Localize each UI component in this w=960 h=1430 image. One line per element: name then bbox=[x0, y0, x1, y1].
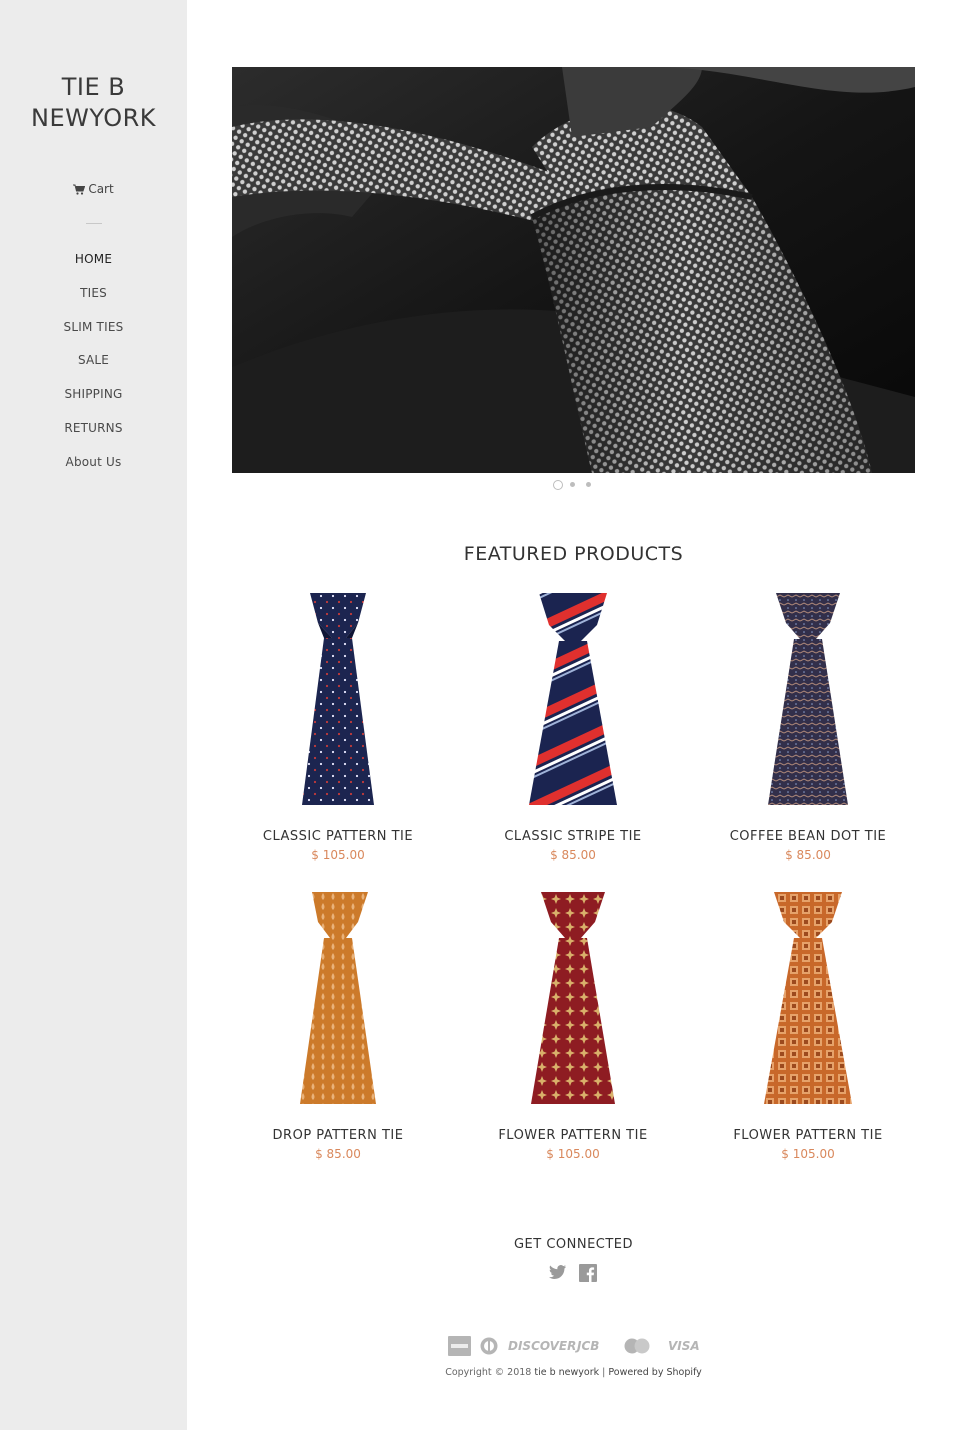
slide-dot-3[interactable] bbox=[586, 482, 591, 487]
nav-item-sale: SALE bbox=[0, 349, 187, 383]
product-image-necktie[interactable] bbox=[258, 593, 418, 805]
product-card[interactable]: CLASSIC STRIPE TIE $ 85.00 bbox=[458, 593, 688, 862]
powered-by-shopify-link[interactable]: Powered by Shopify bbox=[608, 1367, 701, 1378]
nav-link-slim-ties[interactable]: SLIM TIES bbox=[64, 320, 124, 334]
product-price: $ 105.00 bbox=[781, 1147, 835, 1161]
cart-label: Cart bbox=[88, 182, 114, 196]
product-image-necktie[interactable] bbox=[728, 892, 888, 1104]
featured-products-heading: FEATURED PRODUCTS bbox=[463, 543, 684, 565]
product-price: $ 85.00 bbox=[785, 848, 831, 862]
product-image-necktie[interactable] bbox=[493, 892, 653, 1104]
nav-item-about-us: About Us bbox=[0, 451, 187, 485]
nav-link-sale[interactable]: SALE bbox=[78, 353, 109, 367]
product-card[interactable]: DROP PATTERN TIE $ 85.00 bbox=[223, 892, 453, 1161]
nav-item-slim-ties: SLIM TIES bbox=[0, 316, 187, 350]
product-name[interactable]: DROP PATTERN TIE bbox=[223, 1128, 453, 1143]
product-image-necktie[interactable] bbox=[728, 593, 888, 805]
facebook-icon[interactable] bbox=[579, 1264, 597, 1286]
logo-line-2: NEWYORK bbox=[31, 104, 156, 132]
product-price: $ 105.00 bbox=[311, 848, 365, 862]
product-card[interactable]: FLOWER PATTERN TIE $ 105.00 bbox=[458, 892, 688, 1161]
sidebar-divider bbox=[86, 223, 102, 224]
product-name[interactable]: CLASSIC STRIPE TIE bbox=[458, 829, 688, 844]
visa-icon: VISA bbox=[668, 1339, 700, 1353]
product-card[interactable]: COFFEE BEAN DOT TIE $ 85.00 bbox=[693, 593, 923, 862]
twitter-icon[interactable] bbox=[549, 1264, 567, 1284]
product-image-necktie[interactable] bbox=[258, 892, 418, 1104]
product-price: $ 105.00 bbox=[546, 1147, 600, 1161]
diners-club-icon bbox=[480, 1337, 498, 1355]
nav-item-returns: RETURNS bbox=[0, 417, 187, 451]
nav-item-ties: TIES bbox=[0, 282, 187, 316]
nav-link-ties[interactable]: TIES bbox=[80, 286, 107, 300]
product-price: $ 85.00 bbox=[315, 1147, 361, 1161]
discover-icon: DISCOVER bbox=[508, 1339, 577, 1353]
nav-item-home: HOME bbox=[0, 248, 187, 282]
product-price: $ 85.00 bbox=[550, 848, 596, 862]
shop-name-link[interactable]: tie b newyork bbox=[534, 1367, 599, 1378]
master-card-icon bbox=[624, 1338, 650, 1354]
copyright: Copyright © 2018 tie b newyork | Powered… bbox=[232, 1367, 915, 1378]
slide-dot-1[interactable] bbox=[553, 480, 563, 490]
nav-link-shipping[interactable]: SHIPPING bbox=[64, 387, 122, 401]
slide-dot-2[interactable] bbox=[570, 482, 575, 487]
copyright-prefix: Copyright © 2018 bbox=[445, 1367, 532, 1378]
cart-link[interactable]: Cart bbox=[0, 182, 187, 196]
nav-link-returns[interactable]: RETURNS bbox=[64, 421, 122, 435]
jcb-icon: JCB bbox=[577, 1339, 600, 1353]
logo-line-1: TIE B bbox=[61, 73, 126, 101]
product-name[interactable]: FLOWER PATTERN TIE bbox=[693, 1128, 923, 1143]
nav-link-about-us[interactable]: About Us bbox=[66, 455, 122, 469]
product-card[interactable]: CLASSIC PATTERN TIE $ 105.00 bbox=[223, 593, 453, 862]
product-name[interactable]: FLOWER PATTERN TIE bbox=[458, 1128, 688, 1143]
slideshow-pagination bbox=[551, 480, 597, 490]
sidebar-nav: HOME TIES SLIM TIES SALE SHIPPING RETURN… bbox=[0, 248, 187, 485]
cart-icon bbox=[73, 184, 86, 195]
product-card[interactable]: FLOWER PATTERN TIE $ 105.00 bbox=[693, 892, 923, 1161]
get-connected-heading: GET CONNECTED bbox=[513, 1237, 634, 1252]
copyright-separator: | bbox=[602, 1367, 606, 1378]
payment-icons: DISCOVER JCB VISA bbox=[448, 1336, 700, 1356]
product-name[interactable]: CLASSIC PATTERN TIE bbox=[223, 829, 453, 844]
product-name[interactable]: COFFEE BEAN DOT TIE bbox=[693, 829, 923, 844]
nav-link-home[interactable]: HOME bbox=[75, 252, 112, 266]
sidebar: TIE B NEWYORK Cart HOME TIES SLIM TIES S… bbox=[0, 0, 187, 1430]
site-logo[interactable]: TIE B NEWYORK bbox=[0, 72, 187, 134]
hero-slideshow[interactable] bbox=[232, 67, 915, 473]
product-image-necktie[interactable] bbox=[493, 593, 653, 805]
american-express-icon bbox=[448, 1336, 471, 1356]
social-links bbox=[549, 1264, 599, 1282]
nav-item-shipping: SHIPPING bbox=[0, 383, 187, 417]
hero-image-necktie bbox=[232, 67, 915, 473]
